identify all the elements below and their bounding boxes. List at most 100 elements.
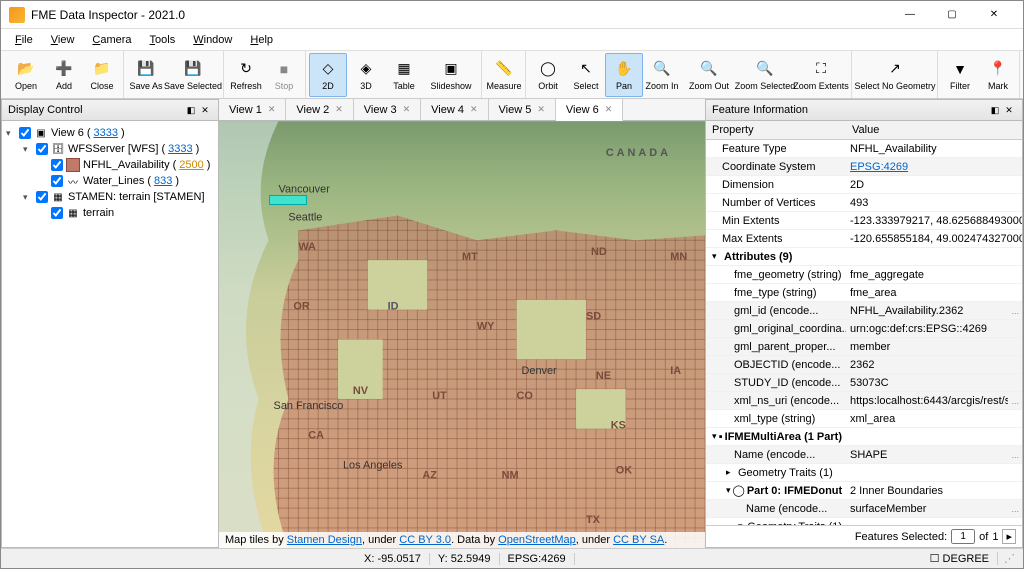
wfs-count-link[interactable]: 3333 [168,143,192,155]
table-button[interactable]: ▦Table [385,53,423,97]
tree-stamen[interactable]: ▾▦STAMEN: terrain [STAMEN] [6,189,214,205]
close-icon[interactable]: ✕ [403,104,411,115]
tree-terrain[interactable]: ▦terrain [6,205,214,221]
slideshow-button[interactable]: ▣Slideshow [423,53,479,97]
tree-water[interactable]: 〰Water_Lines ( 833 ) [6,173,214,189]
nfhl-count-link[interactable]: 2500 [179,159,203,171]
ellipsis-button[interactable]: ... [1008,396,1022,406]
2d-button[interactable]: ◇2D [309,53,347,97]
minimize-button[interactable]: — [889,3,931,27]
zoom-extents-button[interactable]: ⛶Zoom Extents [793,53,849,97]
stop-button[interactable]: ■Stop [265,53,303,97]
fi-row[interactable]: Min Extents-123.333979217, 48.6256884930… [706,212,1022,230]
tree-wfs[interactable]: ▾🗄WFSServer [WFS] ( 3333 ) [6,141,214,157]
add-button[interactable]: ➕Add [45,53,83,97]
maximize-button[interactable]: ▢ [931,3,973,27]
close-window-button[interactable]: ✕ [973,3,1015,27]
fi-row[interactable]: Dimension2D [706,176,1022,194]
fi-attr-row[interactable]: xml_ns_uri (encode...https:localhost:644… [706,392,1022,410]
root-checkbox[interactable] [19,127,31,139]
nfhl-checkbox[interactable] [51,159,63,171]
save-as-button[interactable]: 💾Save As [127,53,165,97]
cc30-link[interactable]: CC BY 3.0 [399,534,451,546]
nav-buttons[interactable]: ▸ [1002,529,1016,544]
tab-view1[interactable]: View 1✕ [219,99,286,120]
panel-close-button[interactable]: ✕ [1002,103,1016,117]
tab-view3[interactable]: View 3✕ [354,99,421,120]
feature-info-body[interactable]: Property Value Feature TypeNFHL_Availabi… [706,121,1022,525]
fi-attributes-header[interactable]: ▾Attributes (9) [706,248,1022,266]
close-icon[interactable]: ✕ [335,104,343,115]
fi-attr-row[interactable]: xml_type (string)xml_area [706,410,1022,428]
fi-row[interactable]: Number of Vertices493 [706,194,1022,212]
fi-row[interactable]: Feature TypeNFHL_Availability [706,140,1022,158]
collapse-icon[interactable]: ▾ [712,251,722,262]
osm-link[interactable]: OpenStreetMap [498,534,576,546]
terrain-checkbox[interactable] [51,207,63,219]
measure-button[interactable]: 📏Measure [485,53,523,97]
pan-button[interactable]: ✋Pan [605,53,643,97]
3d-button[interactable]: ◈3D [347,53,385,97]
fi-attr-row[interactable]: fme_type (string)fme_area [706,284,1022,302]
water-count-link[interactable]: 833 [154,175,172,187]
panel-close-button[interactable]: ✕ [198,103,212,117]
fi-attr-row[interactable]: gml_original_coordina...urn:ogc:def:crs:… [706,320,1022,338]
tree-root[interactable]: ▾▣View 6 ( 3333 ) [6,125,214,141]
panel-float-button[interactable]: ◧ [988,103,1002,117]
expand-icon[interactable]: ▸ [726,467,736,478]
ellipsis-button[interactable]: ... [1008,450,1022,460]
statusbar-grip[interactable]: ⋰ [998,552,1015,565]
menu-view[interactable]: View [43,32,83,48]
panel-float-button[interactable]: ◧ [184,103,198,117]
root-count-link[interactable]: 3333 [94,127,118,139]
fi-attr-row[interactable]: fme_geometry (string)fme_aggregate [706,266,1022,284]
menu-help[interactable]: Help [242,32,281,48]
wfs-checkbox[interactable] [36,143,48,155]
collapse-icon[interactable]: ▾ [726,485,731,496]
mark-button[interactable]: 📍Mark [979,53,1017,97]
fi-row[interactable]: Coordinate SystemEPSG:4269 [706,158,1022,176]
fi-row[interactable]: Max Extents-120.655855184, 49.0024743270… [706,230,1022,248]
fi-attr-row[interactable]: OBJECTID (encode...2362 [706,356,1022,374]
collapse-icon[interactable]: ▾ [6,128,16,139]
menu-file[interactable]: File [7,32,41,48]
stamen-checkbox[interactable] [36,191,48,203]
select-button[interactable]: ↖Select [567,53,605,97]
ellipsis-button[interactable]: ... [1008,504,1022,514]
zoom-selected-button[interactable]: 🔍Zoom Selected [737,53,793,97]
feature-index-input[interactable] [951,529,975,544]
close-icon[interactable]: ✕ [605,104,613,115]
close-button[interactable]: 📁Close [83,53,121,97]
fi-attr-row[interactable]: gml_parent_proper...member [706,338,1022,356]
water-checkbox[interactable] [51,175,63,187]
tab-view6[interactable]: View 6✕ [556,99,623,121]
fi-multiarea[interactable]: ▾▪ IFMEMultiArea (1 Part) [706,428,1022,446]
menu-window[interactable]: Window [185,32,240,48]
refresh-button[interactable]: ↻Refresh [227,53,265,97]
tab-view4[interactable]: View 4✕ [421,99,488,120]
ccsa-link[interactable]: CC BY SA [613,534,664,546]
tab-view5[interactable]: View 5✕ [489,99,556,120]
fi-attr-row[interactable]: gml_id (encode...NFHL_Availability.2362.… [706,302,1022,320]
fi-attr-row[interactable]: STUDY_ID (encode...53073C [706,374,1022,392]
select-no-geometry-button[interactable]: ↗Select No Geometry [855,53,935,97]
ellipsis-button[interactable]: ... [1008,306,1022,316]
tab-view2[interactable]: View 2✕ [286,99,353,120]
menu-tools[interactable]: Tools [142,32,184,48]
collapse-icon[interactable]: ▾ [23,192,33,203]
menu-camera[interactable]: Camera [84,32,139,48]
close-icon[interactable]: ✕ [268,104,276,115]
zoom-out-button[interactable]: 🔍Zoom Out [681,53,737,97]
orbit-button[interactable]: ◯Orbit [529,53,567,97]
filter-button[interactable]: ▼Filter [941,53,979,97]
degree-toggle[interactable]: ☐ DEGREE [922,552,998,565]
stamen-link[interactable]: Stamen Design [287,534,362,546]
collapse-icon[interactable]: ▾ [23,144,33,155]
collapse-icon[interactable]: ▾ [712,431,717,442]
close-icon[interactable]: ✕ [470,104,478,115]
map-canvas[interactable]: CANADA Vancouver Seattle WA OR ID MT ND … [219,121,705,548]
save-selected-button[interactable]: 💾Save Selected [165,53,221,97]
close-icon[interactable]: ✕ [537,104,545,115]
open-button[interactable]: 📂Open [7,53,45,97]
zoom-in-button[interactable]: 🔍Zoom In [643,53,681,97]
